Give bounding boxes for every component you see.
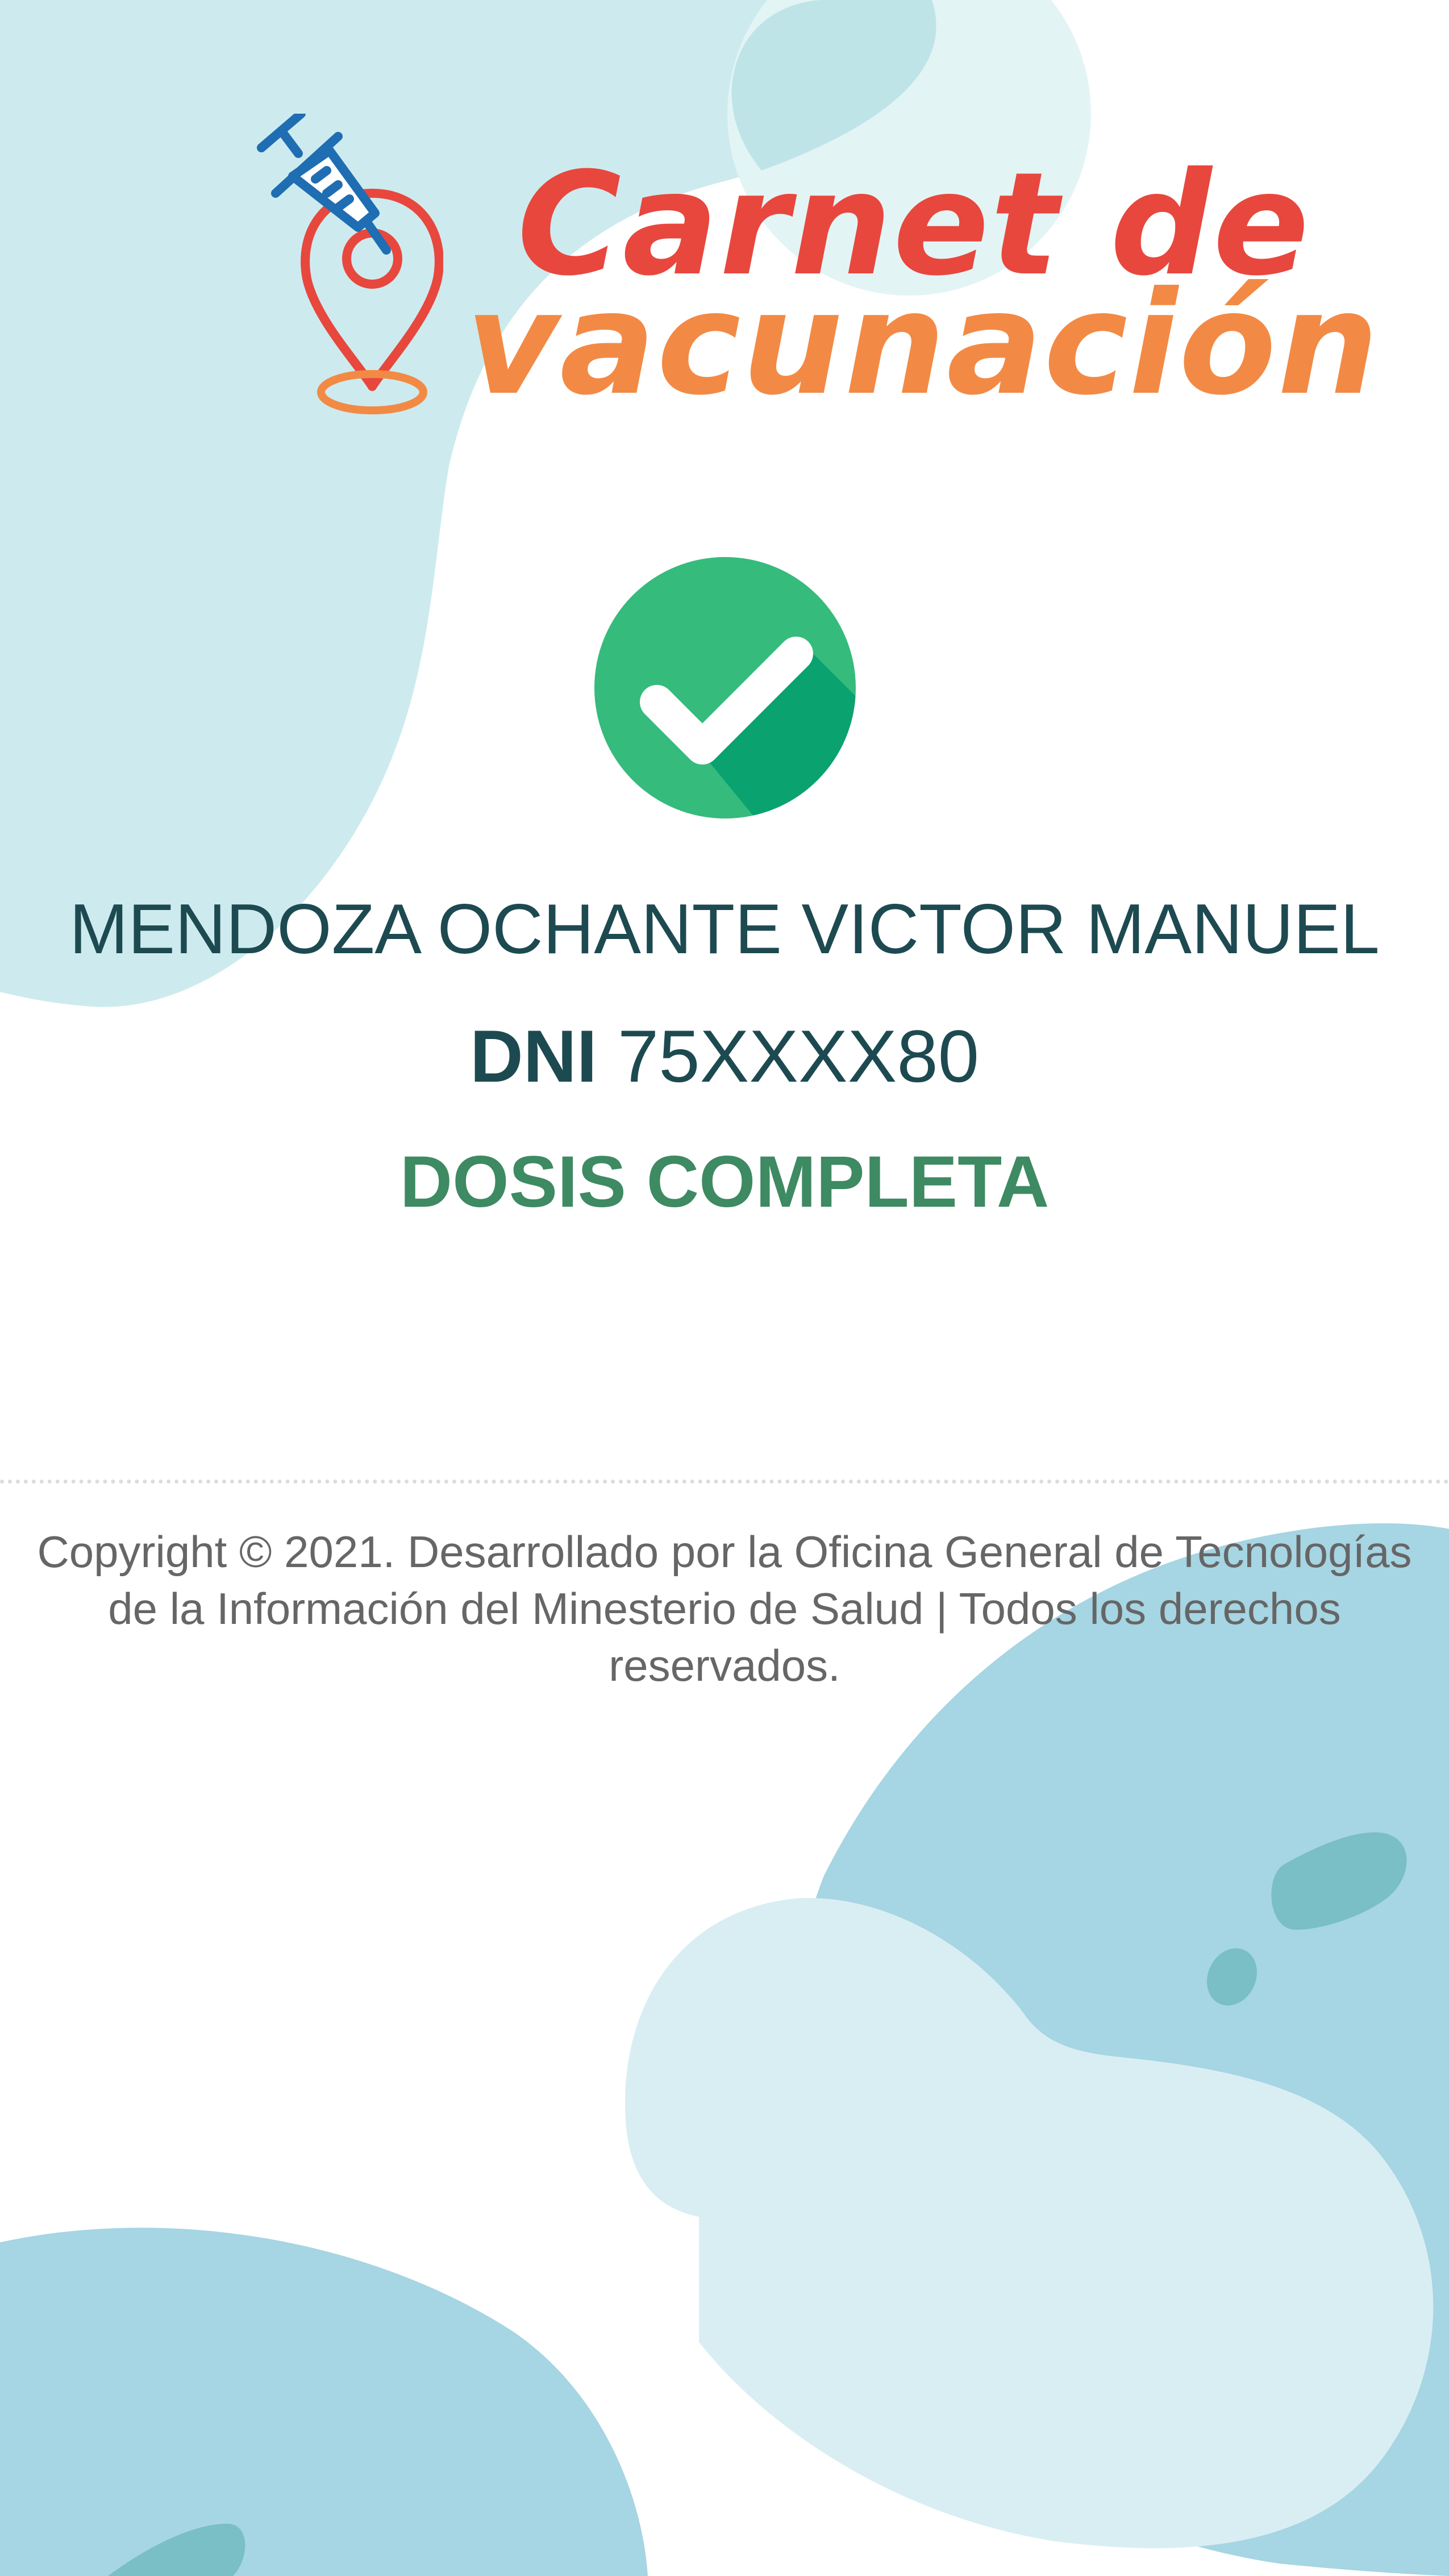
dose-status: DOSIS COMPLETA — [399, 1141, 1050, 1223]
footer-copyright: Copyright © 2021. Desarrollado por la Of… — [37, 1527, 1412, 1690]
check-circle-icon — [594, 557, 856, 818]
dni-label: DNI — [469, 1015, 597, 1098]
bottom-left-blob — [0, 2228, 648, 2576]
syringe-location-pin-icon — [257, 114, 443, 414]
logo-title-line2: vacunación — [466, 261, 1380, 426]
person-name: MENDOZA OCHANTE VICTOR MANUEL — [69, 890, 1380, 969]
dni-value: 75XXXX80 — [617, 1015, 980, 1098]
divider — [0, 1480, 1449, 1484]
logo: Carnet de vacunación — [250, 114, 1379, 432]
dni-line: DNI 75XXXX80 — [0, 1016, 1449, 1096]
